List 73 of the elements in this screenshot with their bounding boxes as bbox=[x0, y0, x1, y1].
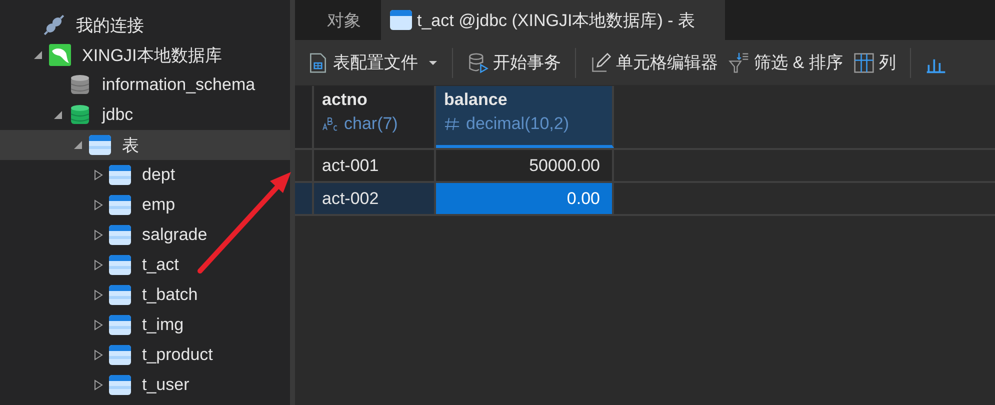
columns-icon bbox=[852, 52, 875, 74]
tree-item[interactable]: t_product bbox=[0, 340, 290, 370]
tree-label: 我的连接 bbox=[76, 14, 144, 36]
column-header[interactable]: actno char(7) bbox=[314, 86, 436, 148]
table-cell[interactable]: act-001 bbox=[314, 150, 436, 181]
dolphin-icon bbox=[48, 43, 72, 67]
tree-item[interactable]: salgrade bbox=[0, 220, 290, 250]
tree-label: dept bbox=[142, 165, 176, 185]
table-icon bbox=[108, 313, 132, 337]
tree-item[interactable]: XINGJI本地数据库 bbox=[0, 40, 290, 70]
tab[interactable]: t_act @jdbc (XINGJI本地数据库) - 表 bbox=[381, 0, 725, 40]
table-icon bbox=[108, 373, 132, 397]
tree-item[interactable]: t_batch bbox=[0, 280, 290, 310]
table-icon bbox=[108, 223, 132, 247]
table-cell[interactable]: 50000.00 bbox=[436, 150, 614, 181]
expand-icon[interactable] bbox=[92, 259, 104, 271]
tree-label: 表 bbox=[122, 134, 139, 156]
tree-item[interactable]: emp bbox=[0, 190, 290, 220]
tab[interactable]: 对象 bbox=[307, 0, 381, 40]
expand-icon[interactable] bbox=[92, 379, 104, 391]
table-icon bbox=[108, 343, 132, 367]
tree-item[interactable]: t_img bbox=[0, 310, 290, 340]
number-type-icon bbox=[444, 117, 460, 131]
table-icon bbox=[108, 283, 132, 307]
tree-label: t_act bbox=[142, 255, 179, 275]
document-icon bbox=[307, 52, 329, 74]
collapse-icon[interactable] bbox=[52, 109, 64, 121]
expand-icon[interactable] bbox=[92, 169, 104, 181]
tree-item[interactable]: information_schema bbox=[0, 70, 290, 100]
expand-icon[interactable] bbox=[92, 319, 104, 331]
table-icon bbox=[108, 163, 132, 187]
column-name: balance bbox=[444, 90, 508, 110]
toolbar-button[interactable]: 开始事务 bbox=[463, 47, 565, 78]
toolbar-button[interactable]: 筛选 & 排序 bbox=[724, 47, 847, 78]
table-icon bbox=[88, 133, 112, 157]
tree-item[interactable]: jdbc bbox=[0, 100, 290, 130]
tree-label: t_img bbox=[142, 315, 184, 335]
tree-label: t_product bbox=[142, 345, 213, 365]
table-icon bbox=[108, 193, 132, 217]
table-icon bbox=[108, 253, 132, 277]
expand-icon[interactable] bbox=[92, 229, 104, 241]
toolbar-button[interactable]: 单元格编辑器 bbox=[586, 47, 722, 78]
tree-label: t_batch bbox=[142, 285, 198, 305]
column-type: decimal(10,2) bbox=[466, 114, 569, 134]
tree-label: jdbc bbox=[102, 105, 134, 125]
tree-label: salgrade bbox=[142, 225, 208, 245]
toolbar-button[interactable]: 列 bbox=[848, 47, 900, 78]
tree-label: information_schema bbox=[102, 75, 256, 95]
filter-icon bbox=[728, 52, 750, 74]
tree-label: emp bbox=[142, 195, 176, 215]
table-cell[interactable]: act-002 bbox=[314, 183, 436, 214]
pencil-icon bbox=[590, 52, 612, 74]
expand-icon[interactable] bbox=[92, 199, 104, 211]
tree-item[interactable]: t_user bbox=[0, 370, 290, 400]
table-cell[interactable]: 0.00 bbox=[436, 183, 614, 214]
toolbar-button[interactable]: 表配置文件 bbox=[303, 47, 442, 78]
collapse-icon[interactable] bbox=[32, 49, 44, 61]
tree-label: t_user bbox=[142, 375, 190, 395]
tree-item[interactable]: 我的连接 bbox=[0, 10, 290, 40]
tree-item[interactable]: t_act bbox=[0, 250, 290, 280]
tree-item[interactable]: dept bbox=[0, 160, 290, 190]
table-icon bbox=[389, 8, 413, 32]
expand-icon[interactable] bbox=[92, 289, 104, 301]
tree-label: XINGJI本地数据库 bbox=[82, 44, 222, 66]
column-name: actno bbox=[322, 90, 368, 110]
column-type: char(7) bbox=[344, 114, 398, 134]
plug-icon bbox=[42, 13, 66, 37]
expand-icon[interactable] bbox=[92, 349, 104, 361]
database-play-icon bbox=[467, 52, 489, 74]
collapse-icon[interactable] bbox=[72, 139, 84, 151]
tree-item[interactable]: 表 bbox=[0, 130, 290, 160]
text-type-icon bbox=[322, 117, 338, 131]
column-header[interactable]: balance decimal(10,2) bbox=[436, 86, 614, 148]
